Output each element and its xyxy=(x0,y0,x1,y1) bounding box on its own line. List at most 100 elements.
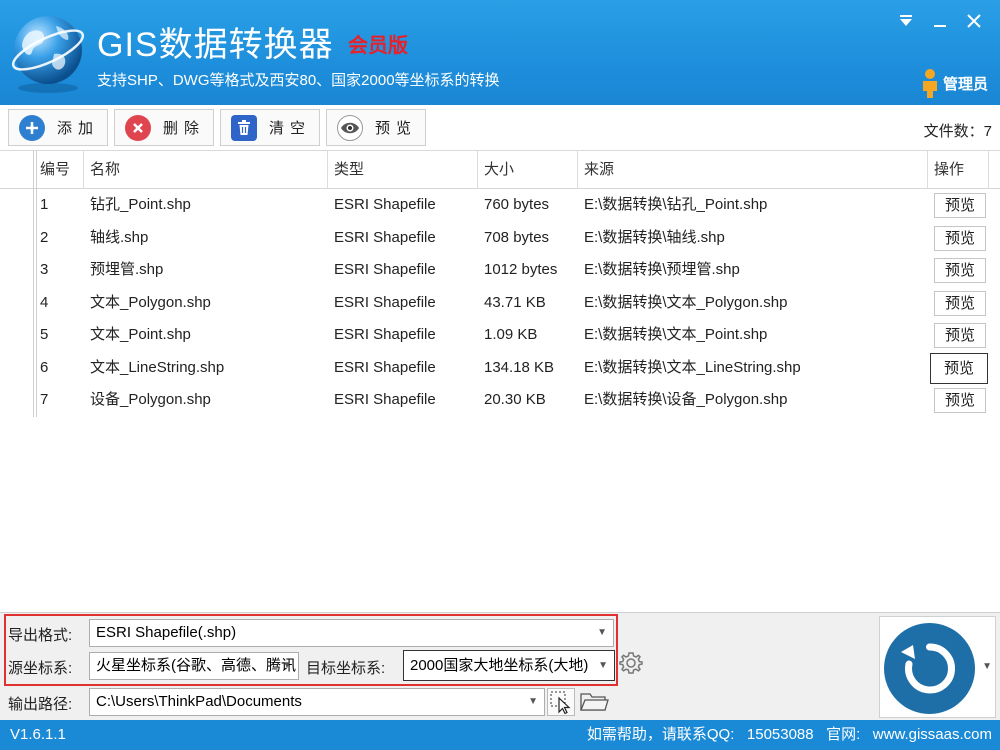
eye-icon xyxy=(337,114,363,141)
header-source[interactable]: 来源 xyxy=(578,151,928,189)
gear-icon xyxy=(619,652,643,674)
delete-button[interactable]: 删除 xyxy=(114,109,214,146)
cell-id: 6 xyxy=(40,358,49,376)
target-crs-value: 2000国家大地坐标系(大地) xyxy=(410,657,589,674)
convert-panel: ▼ xyxy=(879,616,996,718)
preview-button[interactable]: 预览 xyxy=(326,109,426,146)
output-path-label: 输出路径: xyxy=(8,696,73,713)
globe-logo-icon xyxy=(11,16,85,93)
cell-id: 1 xyxy=(40,196,49,213)
output-path-value: C:\Users\ThinkPad\Documents xyxy=(96,693,302,710)
cell-size: 1012 bytes xyxy=(484,261,558,278)
row-preview-button[interactable]: 预览 xyxy=(934,388,986,413)
cell-name: 预埋管.shp xyxy=(90,261,164,278)
row-preview-button[interactable]: 预览 xyxy=(930,352,988,384)
cell-id: 5 xyxy=(40,326,49,343)
table-row[interactable]: 4 文本_Polygon.shp ESRI Shapefile 43.71 KB E:\… xyxy=(0,287,1000,320)
chevron-down-icon: ▼ xyxy=(282,660,292,671)
clear-button[interactable]: 清空 xyxy=(220,109,320,146)
file-count: 文件数：7 xyxy=(924,120,992,141)
table-row[interactable]: 6 文本_LineString.shp ESRI Shapefile 134.18 K… xyxy=(0,352,1000,385)
file-count-value: 7 xyxy=(983,123,992,140)
cell-type: ESRI Shapefile xyxy=(334,228,436,246)
browse-folder-button[interactable] xyxy=(579,688,611,716)
cell-type: ESRI Shapefile xyxy=(334,196,436,213)
user-account[interactable]: 管理员 xyxy=(921,68,988,98)
cell-name: 钻孔_Point.shp xyxy=(90,196,191,213)
table-header: 编号 名称 类型 大小 来源 操作 xyxy=(0,151,1000,189)
app-title: GIS数据转换器 xyxy=(97,26,334,64)
cell-type: ESRI Shapefile xyxy=(334,391,436,408)
source-crs-label: 源坐标系: xyxy=(8,660,73,677)
cell-name: 文本_Point.shp xyxy=(90,326,191,343)
add-button[interactable]: 添加 xyxy=(8,109,108,146)
edition-badge: 会员版 xyxy=(348,35,408,57)
export-format-select[interactable]: ESRI Shapefile(.shp) ▼ xyxy=(89,619,614,647)
row-preview-button[interactable]: 预览 xyxy=(934,225,986,251)
cell-source: E:\数据转换\文本_Point.shp xyxy=(584,326,768,343)
header-type[interactable]: 类型 xyxy=(328,151,478,189)
cell-id: 7 xyxy=(40,391,49,408)
settings-panel: 导出格式: ESRI Shapefile(.shp) ▼ 源坐标系: 火星坐标系… xyxy=(0,613,1000,720)
close-icon xyxy=(125,114,151,141)
table-row[interactable]: 7 设备_Polygon.shp ESRI Shapefile 20.30 KB E:\… xyxy=(0,384,1000,417)
cell-name: 轴线.shp xyxy=(90,228,149,246)
cell-size: 43.71 KB xyxy=(484,293,546,311)
cell-id: 3 xyxy=(40,261,49,278)
file-table: 编号 名称 类型 大小 来源 操作 1 钻孔_Point.shp ESRI Shap… xyxy=(0,151,1000,613)
minimize-button[interactable] xyxy=(927,8,953,34)
minimize-icon xyxy=(934,25,946,27)
target-crs-select[interactable]: 2000国家大地坐标系(大地) ▼ xyxy=(403,650,615,681)
clear-label: 清空 xyxy=(269,120,312,137)
user-name: 管理员 xyxy=(942,75,988,93)
cell-source: E:\数据转换\文本_Polygon.shp xyxy=(584,293,788,311)
preview-label: 预览 xyxy=(375,120,418,137)
version-label: V1.6.1.1 xyxy=(10,726,66,743)
convert-button[interactable] xyxy=(884,623,975,714)
cell-name: 文本_LineString.shp xyxy=(90,358,225,376)
close-icon xyxy=(967,14,981,28)
crs-settings-button[interactable] xyxy=(617,651,645,679)
cell-size: 20.30 KB xyxy=(484,391,546,408)
delete-label: 删除 xyxy=(163,120,206,137)
help-contact[interactable]: 如需帮助，请联系QQ: 15053088 官网: www.gissaas.com xyxy=(587,720,992,750)
table-row[interactable]: 1 钻孔_Point.shp ESRI Shapefile 760 bytes E:\数… xyxy=(0,189,1000,222)
source-crs-value: 火星坐标系(谷歌、高德、腾讯 xyxy=(96,657,296,674)
app-subtitle: 支持SHP、DWG等格式及西安80、国家2000等坐标系的转换 xyxy=(97,72,500,89)
chevron-down-icon: ▼ xyxy=(597,627,607,638)
output-path-input[interactable]: C:\Users\ThinkPad\Documents ▼ xyxy=(89,688,545,716)
row-preview-button[interactable]: 预览 xyxy=(934,323,986,348)
header-action[interactable]: 操作 xyxy=(928,151,989,189)
file-count-label: 文件数： xyxy=(923,123,984,140)
pick-path-button[interactable] xyxy=(547,688,575,716)
menu-dropdown-button[interactable] xyxy=(893,8,919,34)
cell-name: 设备_Polygon.shp xyxy=(90,391,211,408)
row-preview-button[interactable]: 预览 xyxy=(934,258,986,283)
chevron-down-icon: ▼ xyxy=(598,660,608,671)
close-window-button[interactable] xyxy=(961,8,987,34)
cell-id: 4 xyxy=(40,293,49,311)
header-name[interactable]: 名称 xyxy=(84,151,328,189)
cell-type: ESRI Shapefile xyxy=(334,261,436,278)
status-bar: V1.6.1.1 如需帮助，请联系QQ: 15053088 官网: www.gi… xyxy=(0,720,1000,750)
cell-source: E:\数据转换\设备_Polygon.shp xyxy=(584,391,788,408)
user-icon xyxy=(922,69,937,98)
trash-icon xyxy=(231,114,257,141)
header-size[interactable]: 大小 xyxy=(478,151,578,189)
table-row[interactable]: 3 预埋管.shp ESRI Shapefile 1012 bytes E:\数据转换\… xyxy=(0,254,1000,287)
cursor-select-icon xyxy=(550,691,571,715)
chevron-down-icon[interactable]: ▼ xyxy=(982,661,992,672)
table-row[interactable]: 2 轴线.shp ESRI Shapefile 708 bytes E:\数据转换\轴线… xyxy=(0,222,1000,255)
table-row[interactable]: 5 文本_Point.shp ESRI Shapefile 1.09 KB E:\数据转… xyxy=(0,319,1000,352)
row-preview-button[interactable]: 预览 xyxy=(934,193,986,218)
header-gutter xyxy=(0,151,34,189)
cell-source: E:\数据转换\钻孔_Point.shp xyxy=(584,196,768,213)
folder-icon xyxy=(580,693,609,711)
toolbar: 添加 删除 清空 预览 文件数：7 xyxy=(0,105,1000,151)
row-preview-button[interactable]: 预览 xyxy=(934,290,986,316)
chevron-down-icon: ▼ xyxy=(528,696,538,707)
source-crs-select[interactable]: 火星坐标系(谷歌、高德、腾讯 ▼ xyxy=(89,652,299,680)
cell-id: 2 xyxy=(40,228,49,246)
plus-icon xyxy=(19,114,45,141)
header-id[interactable]: 编号 xyxy=(34,151,84,189)
